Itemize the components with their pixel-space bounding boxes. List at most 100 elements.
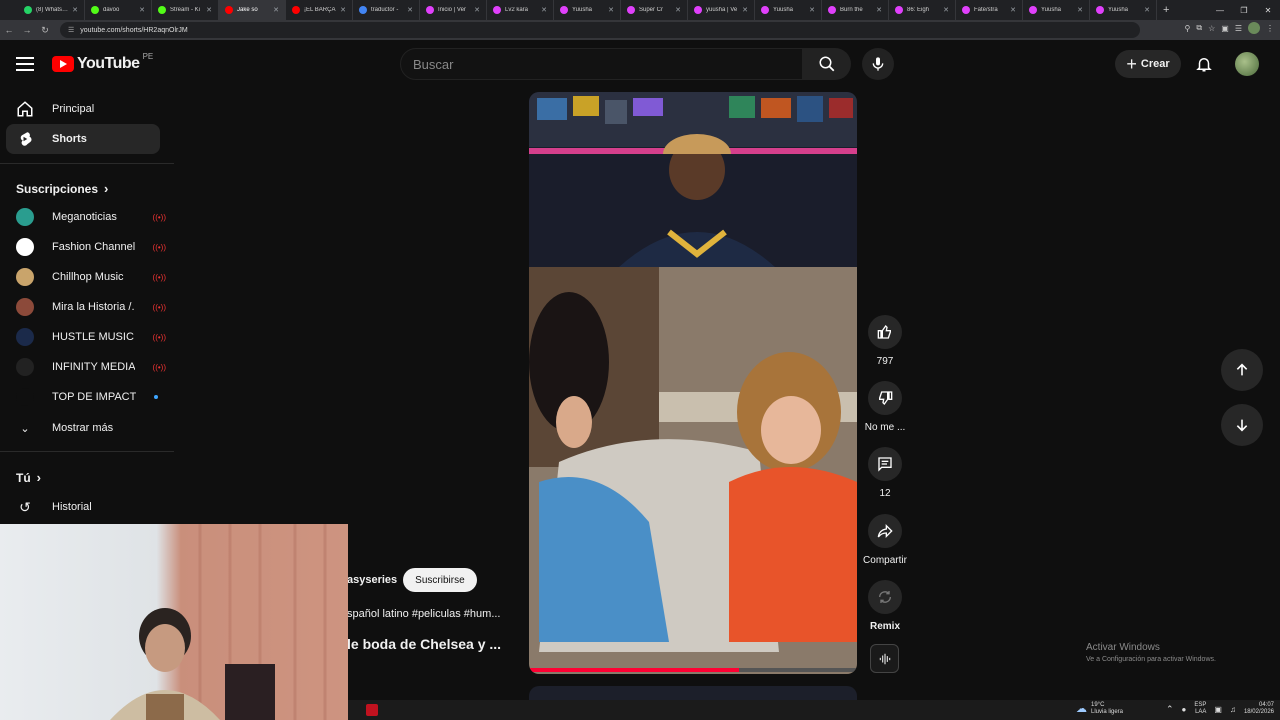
search-button[interactable] (803, 48, 851, 80)
sidebar-item-shorts[interactable]: Shorts (6, 124, 160, 154)
youtube-header: YouTube PE Buscar + Crear (0, 40, 1280, 88)
zoom-icon[interactable]: ⚲ (1185, 24, 1191, 33)
create-button[interactable]: + Crear (1115, 50, 1181, 78)
show-more-button[interactable]: ⌄ Mostrar más (16, 415, 166, 441)
account-avatar[interactable] (1235, 52, 1259, 76)
bookmark-star-icon[interactable]: ☆ (1208, 24, 1215, 33)
tray-mic-icon[interactable]: ● (1182, 705, 1187, 713)
dislike-button[interactable] (868, 381, 902, 415)
dislike-action: No me ... (865, 381, 905, 433)
reload-icon[interactable]: ↻ (36, 25, 54, 36)
subscription-item[interactable]: Mira la Historia /... ((•)) (16, 294, 166, 320)
remix-button[interactable] (868, 580, 902, 614)
notifications-button[interactable] (1192, 52, 1216, 76)
tab-close-icon[interactable]: ✕ (541, 6, 547, 14)
maximize-icon[interactable]: ❐ (1232, 6, 1256, 15)
tab-close-icon[interactable]: ✕ (72, 6, 78, 14)
short-title[interactable]: le boda de Chelsea y ... (347, 636, 501, 652)
browser-tab[interactable]: Burn the ✕ (822, 0, 889, 20)
channel-name[interactable]: asyseries (347, 574, 397, 586)
browser-tab[interactable]: Yuusha ✕ (1090, 0, 1157, 20)
tab-close-icon[interactable]: ✕ (407, 6, 413, 14)
tab-close-icon[interactable]: ✕ (1010, 6, 1016, 14)
browser-tab[interactable]: Fate/stra ✕ (956, 0, 1023, 20)
new-tab-button[interactable]: + (1163, 4, 1169, 16)
extensions-icon[interactable]: ▣ (1221, 24, 1229, 33)
subscription-item[interactable]: Chillhop Music ((•)) (16, 264, 166, 290)
browser-tab[interactable]: Super Cr ✕ (621, 0, 688, 20)
sound-button[interactable] (870, 644, 899, 673)
subscription-item[interactable]: HUSTLE MUSIC (... ((•)) (16, 324, 166, 350)
close-window-icon[interactable]: ✕ (1256, 6, 1280, 15)
tab-close-icon[interactable]: ✕ (340, 6, 346, 14)
minimize-icon[interactable]: — (1208, 6, 1232, 15)
share-button[interactable] (868, 514, 902, 548)
subscription-item[interactable]: Meganoticias ((•)) (16, 204, 166, 230)
tab-close-icon[interactable]: ✕ (943, 6, 949, 14)
url-input[interactable]: ☰ youtube.com/shorts/HR2aqnOlrJM (60, 22, 1140, 38)
subscriptions-heading[interactable]: Suscripciones › (16, 181, 108, 196)
subscribe-button[interactable]: Suscribirse (403, 568, 477, 592)
browser-tab[interactable]: Lv2 kara ✕ (487, 0, 554, 20)
taskbar-app-icon[interactable] (366, 704, 378, 716)
tab-close-icon[interactable]: ✕ (742, 6, 748, 14)
forward-icon[interactable]: → (18, 25, 36, 35)
back-icon[interactable]: ← (0, 25, 18, 35)
browser-tab[interactable]: traductor - ✕ (353, 0, 420, 20)
network-icon[interactable]: ▣ (1214, 705, 1222, 713)
sidebar-item-label: Shorts (52, 133, 87, 145)
previous-short-button[interactable] (1221, 349, 1263, 391)
browser-profile-avatar[interactable] (1248, 22, 1260, 34)
tab-close-icon[interactable]: ✕ (876, 6, 882, 14)
install-icon[interactable]: ⧉ (1196, 23, 1202, 33)
browser-tab[interactable]: Yuusha ✕ (554, 0, 621, 20)
sidebar-item-history[interactable]: ↺ Historial (16, 494, 166, 520)
next-short-button[interactable] (1221, 404, 1263, 446)
you-heading[interactable]: Tú › (16, 470, 41, 485)
browser-tab[interactable]: davoo ✕ (85, 0, 152, 20)
next-short-preview[interactable] (529, 686, 857, 700)
search-input[interactable]: Buscar (400, 48, 803, 80)
youtube-logo[interactable]: YouTube PE (52, 52, 153, 73)
browser-tab[interactable]: Jake so ✕ (219, 0, 286, 20)
comments-button[interactable] (868, 447, 902, 481)
tab-label: Yuusha (572, 7, 593, 13)
sidebar-item-principal[interactable]: Principal (6, 94, 160, 124)
browser-tab[interactable]: 86: Eigh ✕ (889, 0, 956, 20)
live-indicator-icon: ((•)) (152, 302, 166, 312)
short-description[interactable]: spañol latino #peliculas #hum... (347, 608, 500, 620)
clock[interactable]: 04:07 18/02/2026 (1244, 702, 1274, 716)
tab-close-icon[interactable]: ✕ (139, 6, 145, 14)
tab-close-icon[interactable]: ✕ (809, 6, 815, 14)
tab-close-icon[interactable]: ✕ (608, 6, 614, 14)
tab-close-icon[interactable]: ✕ (675, 6, 681, 14)
browser-tab[interactable]: ¡EL BARÇA ✕ (286, 0, 353, 20)
tab-favicon-icon (225, 6, 233, 14)
shorts-video-player[interactable] (529, 92, 857, 674)
menu-icon[interactable] (14, 54, 36, 74)
tab-close-icon[interactable]: ✕ (1144, 6, 1150, 14)
subscription-item[interactable]: Fashion Channel ((•)) (16, 234, 166, 260)
weather-widget[interactable]: ☁ 19°C Lluvia ligera (1076, 702, 1123, 716)
language-indicator[interactable]: ESP LAA (1194, 702, 1206, 716)
browser-tab[interactable]: Stream - Ki ✕ (152, 0, 219, 20)
browser-tab[interactable]: yuusha | Ve ✕ (688, 0, 755, 20)
tab-close-icon[interactable]: ✕ (206, 6, 212, 14)
subscription-item[interactable]: TOP DE IMPACTO (16, 384, 166, 410)
site-info-icon[interactable]: ☰ (68, 26, 74, 34)
tray-chevron-up-icon[interactable]: ⌃ (1166, 704, 1174, 713)
browser-menu-icon[interactable]: ⋮ (1266, 24, 1274, 33)
browser-tab[interactable]: (8) WhatsApp ✕ (18, 0, 85, 20)
tab-close-icon[interactable]: ✕ (474, 6, 480, 14)
browser-tab[interactable]: Yuusha ✕ (755, 0, 822, 20)
browser-tab[interactable]: Inicio | Ver ✕ (420, 0, 487, 20)
voice-search-button[interactable] (862, 48, 894, 80)
volume-icon[interactable]: ♫ (1230, 705, 1236, 713)
browser-tab[interactable]: Yuusha ✕ (1023, 0, 1090, 20)
like-button[interactable] (868, 315, 902, 349)
tab-close-icon[interactable]: ✕ (273, 6, 279, 14)
media-icon[interactable]: ☰ (1235, 24, 1242, 33)
subscription-item[interactable]: INFINITY MEDIA ... ((•)) (16, 354, 166, 380)
tab-close-icon[interactable]: ✕ (1077, 6, 1083, 14)
subscriptions-title: Suscripciones (16, 181, 99, 196)
